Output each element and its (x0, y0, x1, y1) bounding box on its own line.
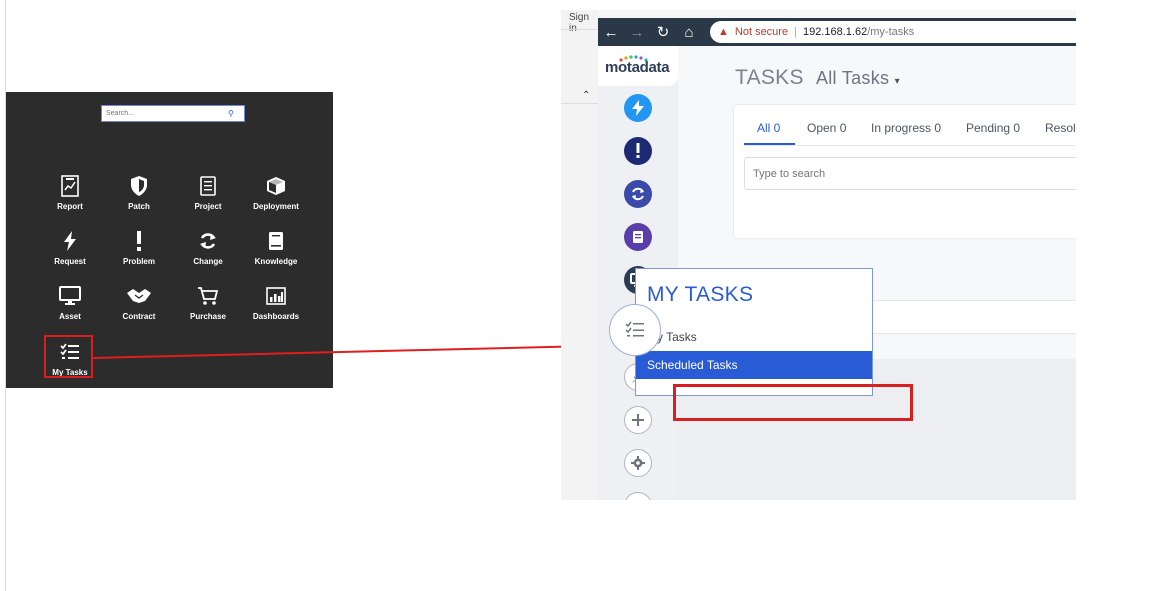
report-icon (40, 172, 100, 200)
url-host: 192.168.1.62 (802, 26, 868, 38)
module-change[interactable]: Change (178, 227, 238, 273)
box-icon (246, 172, 306, 200)
monitor-icon (40, 282, 100, 310)
module-label: Request (54, 257, 86, 266)
address-bar[interactable]: ▲ Not secure | 192.168.1.62 /my-tasks (710, 21, 1076, 43)
forward-arrow-icon[interactable]: → (624, 24, 650, 41)
module-patch[interactable]: Patch (109, 172, 169, 218)
module-label: Dashboards (252, 312, 300, 321)
tab-divider (744, 145, 1076, 146)
chart-icon (246, 282, 306, 310)
page-title-text: TASKS (735, 66, 804, 89)
plus-icon[interactable] (624, 406, 652, 434)
view-selector[interactable]: All Tasks ▾ (816, 68, 900, 88)
module-request[interactable]: Request (40, 227, 100, 273)
exclamation-icon (109, 227, 169, 255)
app-screenshot: Sign in ⌃ ← → ↻ ⌂ ▲ Not secure | 192.168… (561, 10, 1076, 500)
url-path: /my-tasks (867, 26, 915, 38)
my-tasks-flyout: MY TASKS My Tasks Scheduled Tasks (635, 268, 873, 396)
highlight-box-my-tasks (44, 335, 93, 378)
module-report[interactable]: Report (40, 172, 100, 218)
url-separator: | (794, 26, 797, 38)
module-label: Project (194, 202, 222, 211)
tasks-card: All 0 Open 0 In progress 0 Pending 0 Res… (734, 105, 1076, 238)
background-page: Sign in ⌃ (561, 10, 598, 500)
launcher-search-box[interactable]: ⚲ (101, 105, 245, 122)
module-label: Contract (122, 312, 156, 321)
module-label: Patch (128, 202, 150, 211)
sign-in-link[interactable]: Sign in (569, 12, 598, 34)
shield-icon (109, 172, 169, 200)
flyout-item-label[interactable]: Scheduled Tasks (647, 358, 738, 372)
module-asset[interactable]: Asset (40, 282, 100, 328)
logo-box[interactable]: motadata (598, 46, 678, 86)
launcher-search-input[interactable] (102, 106, 226, 121)
tab-resolved[interactable]: Resol (1045, 121, 1076, 135)
logo: motadata (605, 59, 670, 76)
home-icon[interactable]: ⌂ (676, 24, 702, 41)
flyout-title: MY TASKS (647, 283, 754, 306)
caret-down-icon[interactable]: ▾ (895, 76, 900, 87)
tab-in-progress[interactable]: In progress 0 (871, 121, 941, 135)
cart-icon (178, 282, 238, 310)
handshake-icon (109, 282, 169, 310)
reload-icon[interactable]: ↻ (650, 23, 676, 41)
lightning-icon (40, 227, 100, 255)
divider (561, 29, 598, 30)
module-project[interactable]: Project (178, 172, 238, 218)
module-label: Change (193, 257, 223, 266)
more-icon[interactable] (624, 492, 652, 500)
module-knowledge[interactable]: Knowledge (246, 227, 306, 273)
module-contract[interactable]: Contract (109, 282, 169, 328)
module-label: Purchase (189, 312, 227, 321)
book-icon (246, 227, 306, 255)
highlight-box-scheduled-tasks (673, 384, 913, 421)
browser-toolbar: ← → ↻ ⌂ ▲ Not secure | 192.168.1.62 /my-… (598, 18, 1076, 46)
tab-pending[interactable]: Pending 0 (966, 121, 1020, 135)
task-search-input[interactable] (753, 167, 1053, 180)
gear-icon[interactable] (624, 449, 652, 477)
module-launcher-panel: ⚲ Report Patch Project Deployment Request Pro… (6, 92, 333, 388)
back-arrow-icon[interactable]: ← (598, 24, 624, 41)
chevron-up-icon[interactable]: ⌃ (582, 90, 590, 101)
module-dashboards[interactable]: Dashboards (246, 282, 306, 328)
sync-icon[interactable] (624, 180, 652, 208)
search-icon[interactable]: ⚲ (228, 109, 234, 118)
exclamation-icon[interactable] (624, 137, 652, 165)
book-icon[interactable] (624, 223, 652, 251)
module-purchase[interactable]: Purchase (178, 282, 238, 328)
tab-all[interactable]: All 0 (757, 121, 780, 135)
module-label: Asset (59, 312, 81, 321)
task-search-box[interactable] (744, 157, 1076, 190)
module-label: Knowledge (254, 257, 298, 266)
security-status[interactable]: Not secure (735, 26, 788, 38)
module-label: Deployment (253, 202, 299, 211)
flyout-item-scheduled-tasks[interactable]: Scheduled Tasks (636, 351, 872, 379)
module-label: Problem (122, 257, 155, 266)
tab-open[interactable]: Open 0 (807, 121, 846, 135)
lightning-icon[interactable] (624, 94, 652, 122)
page-title: TASKS All Tasks ▾ (735, 66, 900, 90)
module-label: Report (57, 202, 83, 211)
warning-icon[interactable]: ▲ (718, 26, 729, 38)
module-deployment[interactable]: Deployment (246, 172, 306, 218)
document-icon (178, 172, 238, 200)
module-problem[interactable]: Problem (109, 227, 169, 273)
view-selector-label[interactable]: All Tasks (816, 68, 889, 88)
divider (561, 103, 598, 104)
stage: ⚲ Report Patch Project Deployment Request Pro… (0, 0, 1169, 591)
sync-icon (178, 227, 238, 255)
checklist-icon[interactable] (609, 304, 661, 356)
